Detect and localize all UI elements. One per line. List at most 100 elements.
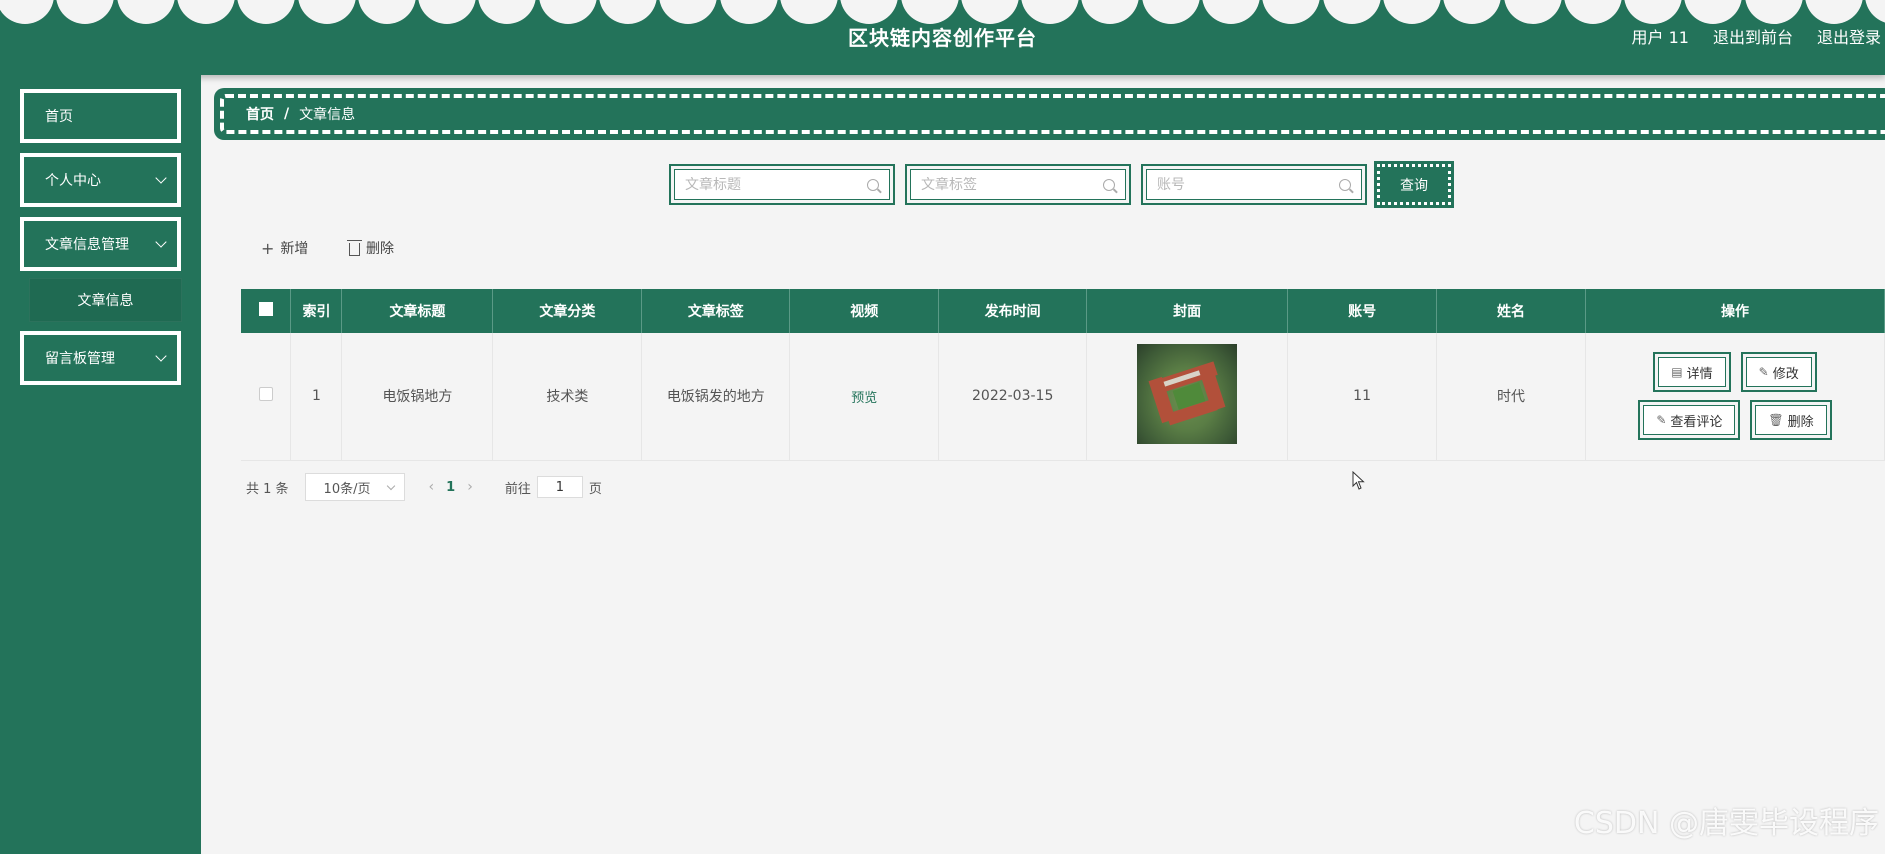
add-button[interactable]: + 新增: [261, 234, 308, 262]
edit-button-label: 修改: [1772, 366, 1799, 382]
scallop-shape: [418, 0, 477, 24]
delete-button-label: 删除: [366, 241, 394, 257]
column-header: 文章标签: [641, 289, 791, 333]
plus-icon: +: [261, 238, 275, 258]
chevron-down-icon: [155, 350, 167, 362]
search-tag-input[interactable]: [921, 176, 1103, 193]
column-header: 文章分类: [492, 289, 643, 333]
select-all-checkbox[interactable]: [258, 302, 273, 316]
goto-page-input[interactable]: 1: [536, 476, 583, 498]
scallop-shape: [960, 0, 1019, 24]
sidebar-item-article-management[interactable]: 文章信息管理: [20, 217, 181, 271]
search-title-field[interactable]: [669, 164, 895, 205]
scallop-shape: [779, 0, 838, 24]
header-links: 用户 11 退出到前台 退出登录: [1632, 24, 1881, 48]
scallop-shape: [116, 0, 175, 24]
column-header: 操作: [1585, 289, 1885, 333]
view-comments-label: 查看评论: [1670, 414, 1723, 430]
scallop-shape: [1081, 0, 1140, 24]
chevron-down-icon: [155, 236, 167, 248]
row-delete-label: 删除: [1787, 414, 1814, 430]
page-number-current[interactable]: 1: [446, 480, 455, 495]
view-comments-button[interactable]: ✎ 查看评论: [1638, 400, 1741, 441]
pagination: 共 1 条 10条/页 ‹ 1 › 前往 1 页: [246, 473, 602, 501]
column-header: 索引: [290, 289, 343, 333]
mouse-cursor-icon: [1352, 471, 1365, 490]
sidebar-item-personal-center[interactable]: 个人中心: [20, 153, 181, 207]
search-icon: [867, 178, 879, 191]
scallop-shape: [0, 0, 54, 24]
page-size-select[interactable]: 10条/页: [304, 473, 405, 501]
chevron-down-icon: [155, 172, 167, 184]
scallop-shape: [1563, 0, 1622, 24]
logout-link[interactable]: 退出登录: [1817, 24, 1881, 48]
total-count: 共 1 条: [246, 481, 289, 497]
scallop-shape: [599, 0, 657, 24]
trash-icon: [347, 239, 362, 256]
scallop-shape: [176, 0, 235, 24]
cell-title: 电饭锅地方: [341, 333, 494, 461]
sidebar-item-home[interactable]: 首页: [20, 89, 181, 143]
cover-image[interactable]: [1137, 344, 1238, 445]
scallop-shape: [659, 0, 718, 24]
sidebar-item-label: 文章信息管理: [45, 237, 129, 253]
exit-to-front-link[interactable]: 退出到前台: [1713, 24, 1793, 48]
cell-index: 1: [290, 333, 343, 461]
detail-button-label: 详情: [1686, 366, 1713, 382]
sidebar-item-label: 首页: [45, 109, 73, 125]
scallop-shape: [1443, 0, 1502, 24]
search-icon: [1339, 178, 1351, 191]
prev-page-icon[interactable]: ‹: [429, 479, 435, 495]
sidebar-item-label: 留言板管理: [45, 351, 115, 367]
chevron-down-icon: [386, 481, 395, 490]
breadcrumb-current: 文章信息: [299, 107, 356, 123]
sidebar-subitem-label: 文章信息: [77, 293, 134, 309]
query-button[interactable]: 查询: [1374, 161, 1454, 208]
sidebar-item-message-board[interactable]: 留言板管理: [20, 331, 181, 385]
scallop-shape: [1382, 0, 1441, 24]
goto-label: 前往: [504, 481, 531, 497]
search-account-input[interactable]: [1157, 176, 1339, 193]
cell-account: 11: [1287, 333, 1438, 461]
scallop-shape: [900, 0, 959, 24]
scallop-shape: [478, 0, 537, 24]
breadcrumb-home[interactable]: 首页: [246, 104, 274, 124]
watermark: CSDN @唐雯毕设程序: [1573, 806, 1879, 841]
pencil-icon: ✎: [1656, 413, 1667, 428]
row-checkbox[interactable]: [258, 387, 273, 402]
cell-date: 2022-03-15: [938, 333, 1088, 461]
search-title-input[interactable]: [685, 176, 867, 193]
scallop-shape: [1021, 0, 1080, 24]
column-header: 账号: [1287, 289, 1438, 333]
row-delete-button[interactable]: 🗑 删除: [1750, 400, 1832, 441]
add-button-label: 新增: [280, 241, 309, 257]
scallop-shape: [1503, 0, 1562, 24]
trash-icon: 🗑: [1768, 413, 1784, 428]
scallop-shape: [1202, 0, 1260, 24]
search-account-field[interactable]: [1141, 164, 1367, 205]
page-suffix: 页: [588, 481, 602, 497]
detail-button[interactable]: ▤ 详情: [1653, 352, 1731, 393]
document-icon: ▤: [1671, 365, 1683, 380]
search-tag-field[interactable]: [905, 164, 1131, 205]
cell-category: 技术类: [492, 333, 643, 461]
column-header: 发布时间: [938, 289, 1088, 333]
table-row: 1 电饭锅地方 技术类 电饭锅发的地方 预览 2022-03-15 11 时代: [241, 333, 1885, 461]
next-page-icon[interactable]: ›: [467, 479, 473, 495]
scallop-shape: [1141, 0, 1200, 24]
scallop-shape: [538, 0, 597, 24]
cell-actions: ▤ 详情 ✎ 修改 ✎ 查看评论 🗑 删除: [1585, 333, 1885, 461]
column-header: 文章标题: [341, 289, 494, 333]
select-all-cell[interactable]: [241, 289, 292, 333]
edit-button[interactable]: ✎ 修改: [1740, 352, 1817, 393]
sidebar-subitem-article-info[interactable]: 文章信息: [29, 278, 182, 322]
column-header: 封面: [1086, 289, 1289, 333]
article-table: 索引 文章标题 文章分类 文章标签 视频 发布时间 封面 账号 姓名 操作 1 …: [241, 289, 1885, 461]
user-label: 用户 11: [1631, 28, 1689, 47]
batch-delete-button[interactable]: 删除: [347, 234, 394, 262]
scallop-shape: [1805, 0, 1863, 24]
scallop-shape: [237, 0, 296, 24]
video-preview-link[interactable]: 预览: [851, 391, 877, 406]
cell-name: 时代: [1436, 333, 1586, 461]
row-select-cell[interactable]: [241, 333, 292, 461]
